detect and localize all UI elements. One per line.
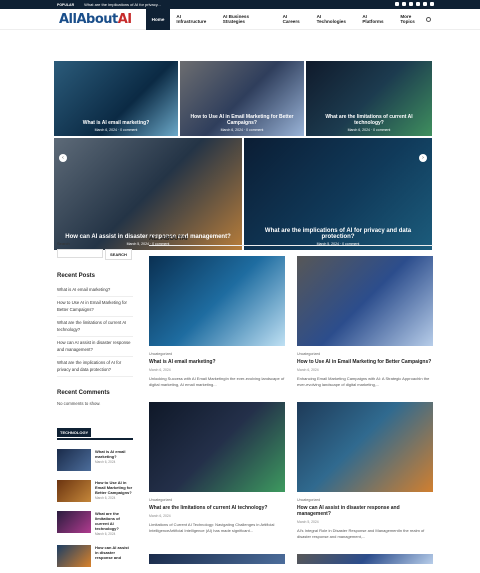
post-title[interactable]: What are the limitations of current AI t… xyxy=(149,505,285,511)
tech-item-date: March 6, 2024 xyxy=(95,531,116,536)
tech-thumbnail[interactable] xyxy=(57,479,91,502)
chevron-right-icon[interactable]: › xyxy=(419,154,427,162)
recent-post-link[interactable]: How can AI assist in disaster response a… xyxy=(57,337,133,357)
post-date: March 6, 2024 xyxy=(297,368,319,372)
youtube-icon[interactable] xyxy=(423,2,427,6)
post-card: Uncategorized What are the limitations o… xyxy=(149,402,285,544)
technology-label: TECHNOLOGY xyxy=(57,427,92,437)
post-date: March 6, 2024 xyxy=(149,514,171,518)
post-grid: Uncategorized What is AI email marketing… xyxy=(149,256,433,554)
search-button[interactable]: SEARCH xyxy=(105,249,132,260)
tech-item[interactable]: How to Use AI in Email Marketing for Bet… xyxy=(57,479,133,502)
x-icon[interactable] xyxy=(402,2,406,6)
hero-grid: What is AI email marketing? March 6, 202… xyxy=(54,30,432,250)
post-category[interactable]: Uncategorized xyxy=(297,498,433,502)
hero-title[interactable]: How to Use AI in Email Marketing for Bet… xyxy=(180,114,304,126)
popular-tag: POPULAR xyxy=(57,2,75,7)
tech-thumbnail[interactable] xyxy=(57,510,91,533)
post-card: Uncategorized How to Use AI in Email Mar… xyxy=(297,256,433,392)
search-input[interactable] xyxy=(57,249,103,258)
post-excerpt: Limitations of Current AI Technology: Na… xyxy=(149,522,275,533)
rss-icon[interactable] xyxy=(430,2,434,6)
chevron-left-icon[interactable]: ‹ xyxy=(59,154,67,162)
post-date: March 5, 2024 xyxy=(297,520,319,524)
nav-home[interactable]: Home xyxy=(145,8,171,30)
hero-tile[interactable]: How to Use AI in Email Marketing for Bet… xyxy=(180,61,304,136)
tech-thumbnail[interactable] xyxy=(57,544,91,567)
tech-item-title[interactable]: What are the limitations of current AI t… xyxy=(95,511,133,531)
tech-item-date: March 6, 2024 xyxy=(95,495,116,500)
logo-text: AllAbout xyxy=(59,11,118,27)
tech-item-date: March 6, 2024 xyxy=(95,459,116,464)
recent-post-link[interactable]: How to Use AI in Email Marketing for Bet… xyxy=(57,297,133,317)
tech-item-title[interactable]: How to Use AI in Email Marketing for Bet… xyxy=(95,480,133,495)
post-date: March 6, 2024 xyxy=(149,368,171,372)
news-ticker[interactable]: What are the implications of AI for priv… xyxy=(84,2,161,7)
tech-item[interactable]: How can AI assist in disaster response a… xyxy=(57,544,133,567)
tech-item[interactable]: What is AI email marketing? March 6, 202… xyxy=(57,448,133,471)
tech-thumbnail[interactable] xyxy=(57,448,91,471)
hero-tile[interactable]: What are the limitations of current AI t… xyxy=(306,61,432,136)
post-thumbnail[interactable] xyxy=(149,402,285,492)
nav-ai-platforms[interactable]: AI Platforms xyxy=(356,9,394,30)
nav-ai-careers[interactable]: AI Careers xyxy=(277,9,311,30)
sidebar: Search SEARCH Recent Posts What is AI em… xyxy=(57,236,133,567)
post-category[interactable]: Uncategorized xyxy=(149,498,285,502)
post-card: Uncategorized What is AI email marketing… xyxy=(149,256,285,392)
main-content: ALLABOUTAI Uncategorized What is AI emai… xyxy=(149,236,433,564)
post-thumbnail[interactable] xyxy=(149,554,285,564)
instagram-icon[interactable] xyxy=(416,2,420,6)
post-excerpt: AI's Integral Role in Disaster Response … xyxy=(297,528,425,539)
hero-meta: March 6, 2024 · 0 comment xyxy=(220,128,264,132)
post-title[interactable]: How can AI assist in disaster response a… xyxy=(297,505,433,517)
nav-ai-technologies[interactable]: AI Technologies xyxy=(311,9,357,30)
next-row-thumbnails xyxy=(149,554,433,564)
hero-tile[interactable]: What is AI email marketing? March 6, 202… xyxy=(54,61,178,136)
hero-tile[interactable]: How can AI assist in disaster response a… xyxy=(54,138,242,250)
post-thumbnail[interactable] xyxy=(297,402,433,492)
main-nav: Home AI Infrastructure AI Business Strat… xyxy=(145,8,432,30)
hero-title[interactable]: What are the limitations of current AI t… xyxy=(306,114,432,126)
logo-accent: AI xyxy=(117,11,132,27)
recent-post-link[interactable]: What are the limitations of current AI t… xyxy=(57,317,133,337)
hero-title[interactable]: What is AI email marketing? xyxy=(77,120,156,126)
nav-ai-infrastructure[interactable]: AI Infrastructure xyxy=(170,9,216,30)
site-logo[interactable]: AllAboutAI xyxy=(59,12,132,27)
post-thumbnail[interactable] xyxy=(149,256,285,346)
no-comments-text: No comments to show. xyxy=(57,400,101,406)
recent-post-link[interactable]: What are the implications of AI for priv… xyxy=(57,357,133,377)
post-excerpt: Unlocking Success with AI Email Marketin… xyxy=(149,376,285,387)
post-title[interactable]: What is AI email marketing? xyxy=(149,359,285,365)
search-label: Search xyxy=(57,241,70,246)
sidebar-search: SEARCH xyxy=(57,249,133,260)
hero-meta: March 6, 2024 · 0 comment xyxy=(94,128,138,132)
tech-item-title[interactable]: What is AI email marketing? xyxy=(95,449,133,459)
post-title[interactable]: How to Use AI in Email Marketing for Bet… xyxy=(297,359,433,365)
social-links xyxy=(395,2,434,6)
section-title: ALLABOUTAI xyxy=(149,236,433,246)
divider xyxy=(57,437,133,440)
recent-posts-title: Recent Posts xyxy=(57,273,96,279)
recent-comments-title: Recent Comments xyxy=(57,389,110,396)
post-thumbnail[interactable] xyxy=(297,256,433,346)
post-thumbnail[interactable] xyxy=(297,554,433,564)
recent-post-link[interactable]: What is AI email marketing? xyxy=(57,284,133,297)
tech-item-title[interactable]: How can AI assist in disaster response a… xyxy=(95,545,133,560)
post-category[interactable]: Uncategorized xyxy=(149,352,285,356)
nav-ai-business-strategies[interactable]: AI Business Strategies xyxy=(217,9,277,30)
post-excerpt: Enhancing Email Marketing Campaigns with… xyxy=(297,376,430,387)
hero-tile[interactable]: What are the implications of AI for priv… xyxy=(244,138,432,250)
search-icon[interactable] xyxy=(426,17,431,22)
linkedin-icon[interactable] xyxy=(409,2,413,6)
post-card: Uncategorized How can AI assist in disas… xyxy=(297,402,433,544)
hero-meta: March 6, 2024 · 0 comment xyxy=(347,128,391,132)
facebook-icon[interactable] xyxy=(395,2,399,6)
tech-item[interactable]: What are the limitations of current AI t… xyxy=(57,510,133,536)
site-header: AllAboutAI Home AI Infrastructure AI Bus… xyxy=(0,8,480,30)
post-category[interactable]: Uncategorized xyxy=(297,352,433,356)
